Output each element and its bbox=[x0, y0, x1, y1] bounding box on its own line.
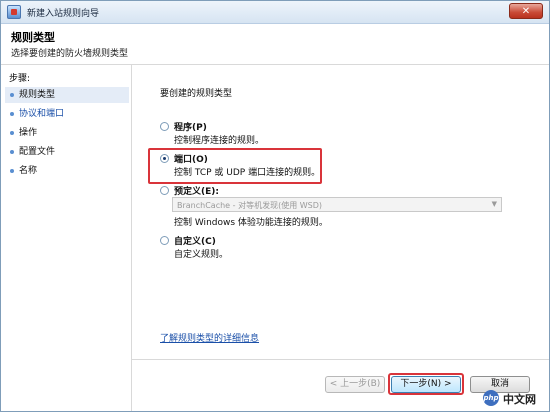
footer-divider bbox=[132, 359, 549, 360]
step-profile[interactable]: 配置文件 bbox=[5, 144, 129, 160]
php-logo-icon: php bbox=[483, 390, 499, 406]
radio-port[interactable] bbox=[160, 154, 169, 163]
site-watermark: php 中文网 bbox=[483, 389, 543, 407]
step-label: 操作 bbox=[19, 128, 38, 138]
step-label: 名称 bbox=[19, 166, 38, 176]
steps-sidebar: 步骤: 规则类型 协议和端口 操作 配置文件 名称 bbox=[1, 65, 132, 411]
step-protocol-port[interactable]: 协议和端口 bbox=[5, 106, 129, 122]
step-name[interactable]: 名称 bbox=[5, 163, 129, 179]
option-custom-title[interactable]: 自定义(C) bbox=[174, 234, 216, 247]
step-label: 协议和端口 bbox=[19, 109, 65, 119]
option-custom-desc: 自定义规则。 bbox=[174, 250, 229, 260]
title-bar[interactable]: 新建入站规则向导 ✕ bbox=[1, 1, 549, 24]
chevron-down-icon: ▼ bbox=[491, 200, 497, 208]
page-subtitle: 选择要创建的防火墙规则类型 bbox=[11, 49, 129, 59]
wizard-header: 规则类型 选择要创建的防火墙规则类型 bbox=[1, 24, 549, 65]
main-content: 要创建的规则类型 程序(P) 控制程序连接的规则。 端口(O) 控制 TCP 或… bbox=[132, 65, 549, 411]
option-port-desc: 控制 TCP 或 UDP 端口连接的规则。 bbox=[174, 168, 321, 178]
step-bullet-icon bbox=[10, 169, 14, 173]
step-action[interactable]: 操作 bbox=[5, 125, 129, 141]
radio-program[interactable] bbox=[160, 122, 169, 131]
radio-custom[interactable] bbox=[160, 236, 169, 245]
step-label: 规则类型 bbox=[19, 90, 56, 100]
learn-more-link[interactable]: 了解规则类型的详细信息 bbox=[160, 331, 259, 344]
option-program-title[interactable]: 程序(P) bbox=[174, 120, 207, 133]
option-predefined-desc: 控制 Windows 体验功能连接的规则。 bbox=[174, 218, 328, 228]
predefined-select-value: BranchCache - 对等机发现(使用 WSD) bbox=[177, 201, 323, 210]
step-rule-type[interactable]: 规则类型 bbox=[5, 87, 129, 103]
rule-type-question: 要创建的规则类型 bbox=[160, 89, 233, 99]
next-button[interactable]: 下一步(N) > bbox=[391, 376, 461, 393]
step-bullet-icon bbox=[10, 112, 14, 116]
steps-label: 步骤: bbox=[9, 74, 31, 84]
radio-predefined[interactable] bbox=[160, 186, 169, 195]
watermark-text: 中文网 bbox=[503, 393, 536, 406]
wizard-window: 新建入站规则向导 ✕ 规则类型 选择要创建的防火墙规则类型 步骤: 规则类型 协… bbox=[0, 0, 550, 412]
step-bullet-icon bbox=[10, 131, 14, 135]
step-bullet-icon bbox=[10, 150, 14, 154]
step-label: 配置文件 bbox=[19, 147, 56, 157]
back-button[interactable]: < 上一步(B) bbox=[325, 376, 385, 393]
window-title: 新建入站规则向导 bbox=[27, 9, 100, 19]
option-port-title[interactable]: 端口(O) bbox=[174, 152, 208, 165]
option-predefined-title[interactable]: 预定义(E): bbox=[174, 184, 219, 197]
step-bullet-icon bbox=[10, 93, 14, 97]
page-title: 规则类型 bbox=[11, 31, 55, 44]
firewall-app-icon bbox=[7, 5, 21, 19]
option-program-desc: 控制程序连接的规则。 bbox=[174, 136, 265, 146]
close-button[interactable]: ✕ bbox=[509, 3, 543, 19]
predefined-select[interactable]: BranchCache - 对等机发现(使用 WSD) ▼ bbox=[172, 197, 502, 212]
